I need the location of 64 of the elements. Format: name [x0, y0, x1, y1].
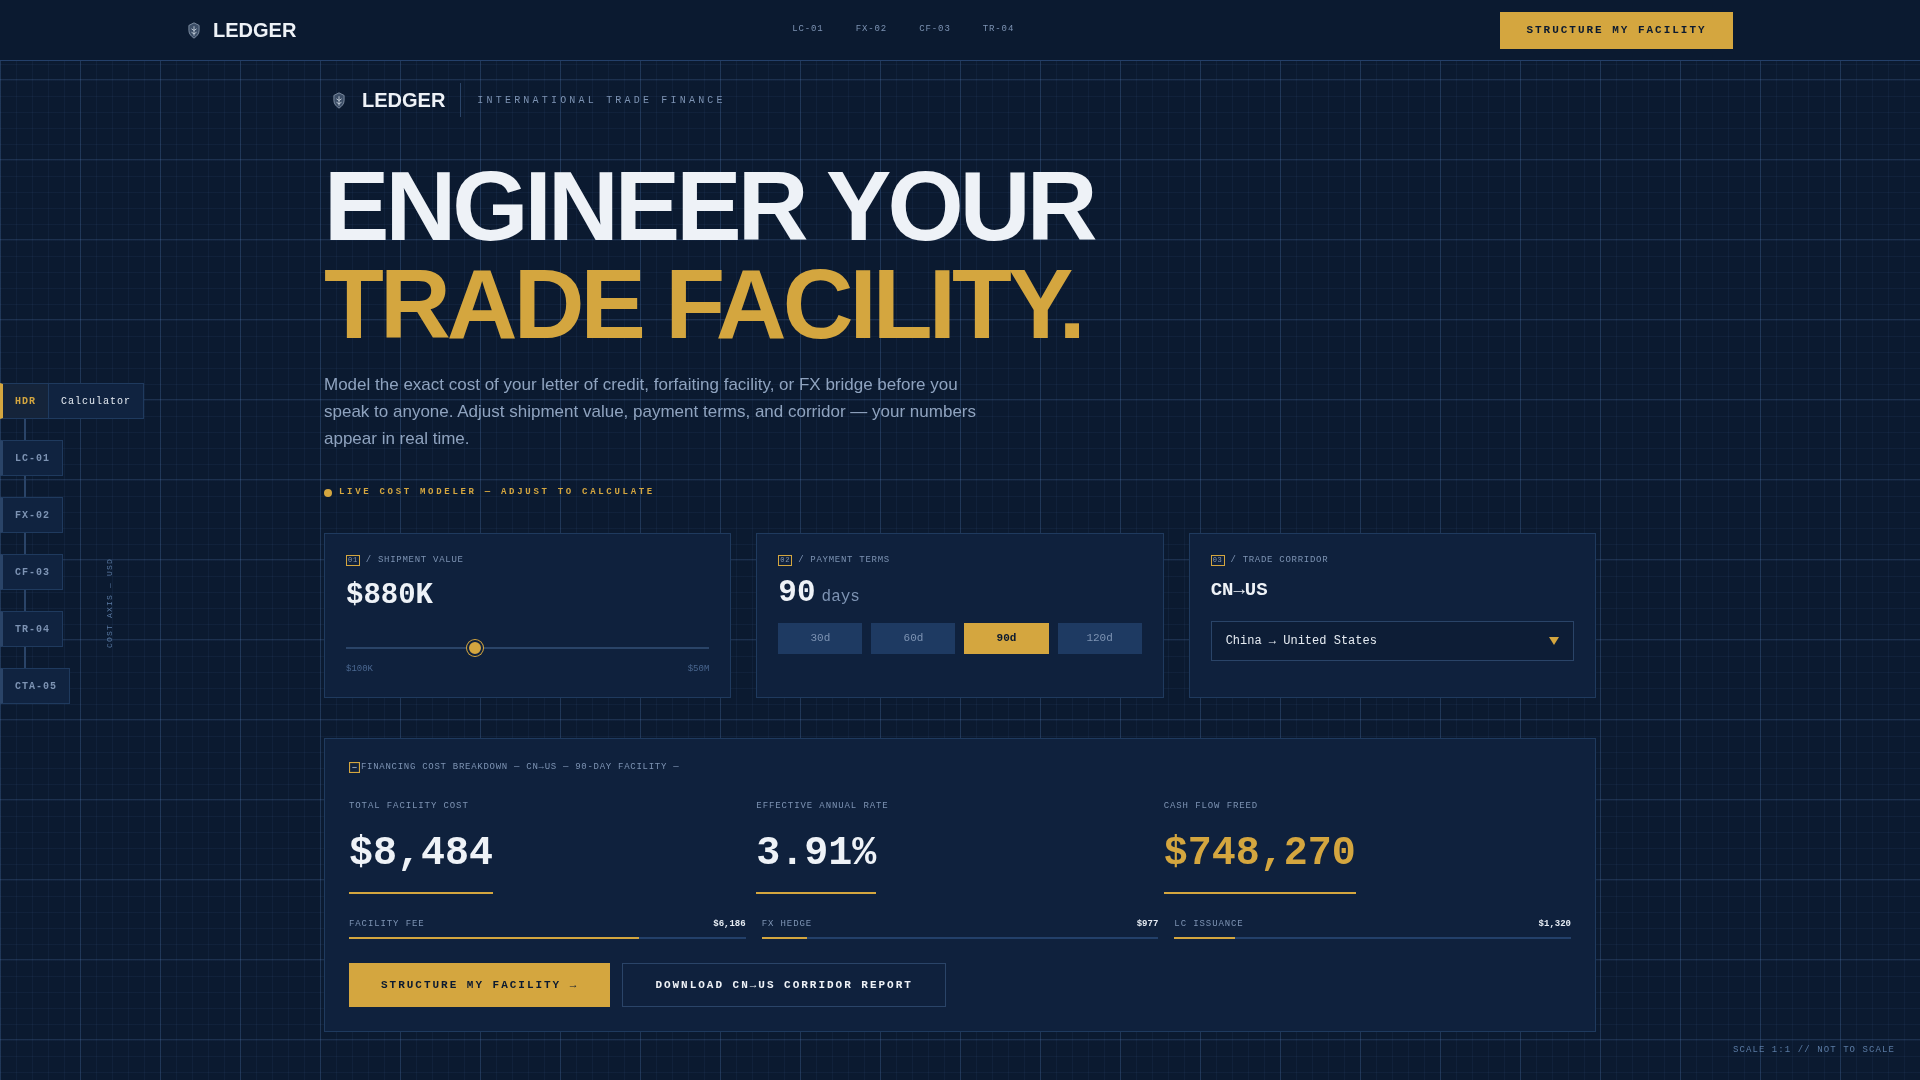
- square-icon: [349, 761, 360, 773]
- brand-name: LEDGER: [362, 83, 462, 117]
- value-unit: days: [821, 587, 860, 608]
- component-amount: $977: [1136, 917, 1159, 931]
- component-amount: $1,320: [1538, 917, 1571, 931]
- component-label: LC ISSUANCE: [1174, 917, 1244, 931]
- section-nav-item[interactable]: HDR Calculator: [0, 383, 145, 419]
- min-label: $100K: [346, 663, 373, 676]
- section-code: FX-02: [14, 508, 51, 523]
- card-value: $880K: [346, 581, 433, 610]
- headline: TRADE FACILITY.: [324, 255, 1083, 353]
- card-label: PAYMENT TERMS: [810, 553, 890, 567]
- term-option[interactable]: 120d: [1057, 623, 1142, 654]
- section-code: LC-01: [14, 451, 51, 466]
- component-amount: $6,186: [713, 917, 746, 931]
- card-value: CN→US: [1210, 581, 1268, 600]
- structure-facility-button[interactable]: STRUCTURE MY FACILITY: [1500, 11, 1733, 49]
- brand-name[interactable]: LEDGER: [213, 15, 297, 45]
- section-code: HDR: [14, 394, 37, 409]
- card-label: SHIPMENT VALUE: [377, 553, 464, 567]
- section-nav-item[interactable]: LC-01: [0, 440, 63, 476]
- section-code: CTA-05: [14, 679, 58, 694]
- scale-note: SCALE 1:1 // NOT TO SCALE: [1732, 1043, 1895, 1057]
- term-option[interactable]: 30d: [778, 623, 863, 654]
- max-label: $50M: [687, 663, 710, 676]
- nav-link[interactable]: FX-02: [855, 23, 888, 37]
- card-label: TRADE CORRIDOR: [1242, 553, 1329, 567]
- download-report-button[interactable]: DOWNLOAD CN→US CORRIDOR REPORT: [622, 963, 946, 1007]
- slash-separator: /: [365, 553, 372, 567]
- section-nav-item[interactable]: TR-04: [0, 611, 63, 647]
- breakdown-title: FINANCING COST BREAKDOWN — CN→US — 90-DAY FACILITY —: [361, 760, 680, 774]
- term-option[interactable]: 60d: [871, 623, 956, 654]
- component-label: FX HEDGE: [761, 917, 813, 931]
- slash-separator: /: [1230, 553, 1237, 567]
- section-label: Calculator: [48, 384, 144, 418]
- section-nav-item[interactable]: FX-02: [0, 497, 63, 533]
- brand-tagline: INTERNATIONAL TRADE FINANCE: [477, 93, 726, 108]
- metric-value: 3.91%: [756, 833, 877, 894]
- slider-thumb[interactable]: [467, 640, 484, 656]
- axis-label: COST AXIS — USD: [104, 558, 115, 648]
- component-label: FACILITY FEE: [349, 917, 425, 931]
- section-nav-item[interactable]: CTA-05: [0, 668, 70, 704]
- headline: ENGINEER YOUR: [324, 157, 1096, 255]
- hero-description: Model the exact cost of your letter of credit, forfaiting facility, or FX bridge before you speak to anyone. Adjust shipment value, payment terms, and corridor — your numbers appear in real time.: [324, 374, 977, 450]
- nav-link[interactable]: CF-03: [919, 23, 951, 37]
- nav-link[interactable]: LC-01: [792, 23, 824, 37]
- metric-label: EFFECTIVE ANNUAL RATE: [756, 800, 889, 813]
- metric-label: TOTAL FACILITY COST: [349, 800, 469, 813]
- metric-value: $8,484: [349, 833, 494, 894]
- logo-icon: [187, 21, 201, 39]
- caret-icon: [1549, 637, 1559, 645]
- nav-link[interactable]: TR-04: [982, 23, 1015, 37]
- card-value: 90: [778, 577, 816, 608]
- metric-value: $748,270: [1163, 833, 1356, 894]
- slash-separator: /: [798, 553, 805, 567]
- corridor-select[interactable]: China → United States: [1210, 621, 1574, 661]
- section-code: TR-04: [14, 622, 51, 637]
- structure-facility-button[interactable]: STRUCTURE MY FACILITY →: [349, 963, 611, 1007]
- logo-icon: [332, 91, 346, 109]
- section-code: CF-03: [14, 565, 51, 580]
- term-option[interactable]: 90d: [964, 623, 1049, 654]
- metric-label: CASH FLOW FREED: [1163, 800, 1259, 813]
- live-label: LIVE COST MODELER — ADJUST TO CALCULATE: [339, 486, 655, 499]
- section-nav-item[interactable]: CF-03: [0, 554, 63, 590]
